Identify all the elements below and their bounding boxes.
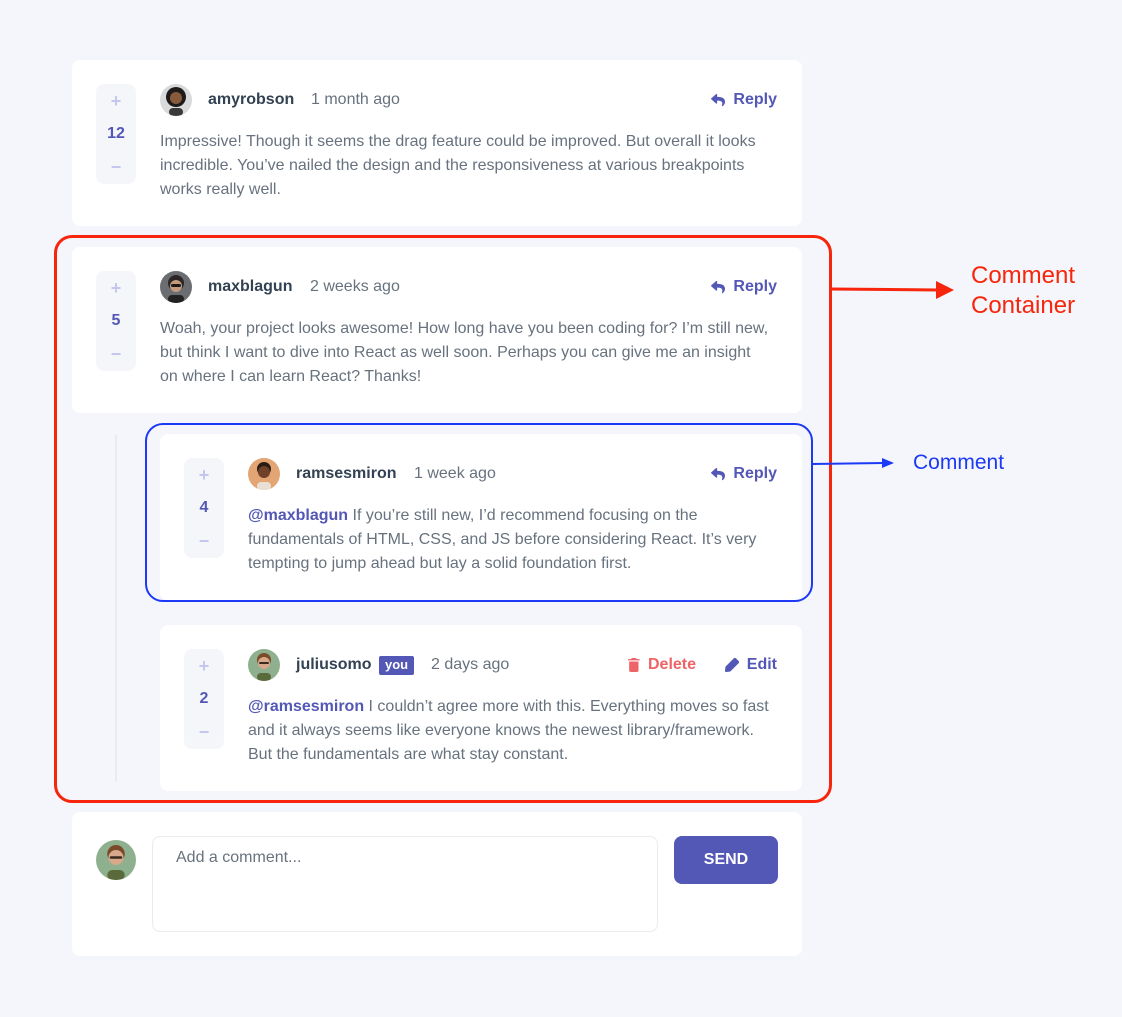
comment-card: + 12 − amyrobson 1 month ago Reply Impre… bbox=[72, 60, 802, 226]
current-user-avatar bbox=[96, 840, 136, 880]
reply-label: Reply bbox=[733, 91, 777, 108]
reply-icon bbox=[711, 93, 726, 106]
comment-annotation: Comment bbox=[913, 451, 1005, 474]
avatar[interactable] bbox=[160, 84, 192, 116]
vote-counter: + 12 − bbox=[96, 84, 136, 184]
upvote-button[interactable]: + bbox=[111, 92, 122, 110]
comment-input[interactable] bbox=[152, 836, 658, 932]
comment-arrow-icon bbox=[812, 458, 894, 468]
downvote-button[interactable]: − bbox=[111, 158, 122, 176]
comment-container-annotation: Comment Container bbox=[971, 262, 1076, 319]
comment-container-arrow-icon bbox=[830, 281, 954, 299]
username[interactable]: amyrobson bbox=[208, 91, 294, 109]
avatar-image-icon bbox=[160, 84, 192, 116]
send-button[interactable]: SEND bbox=[674, 836, 778, 884]
timestamp: 1 month ago bbox=[311, 91, 400, 108]
score-value: 12 bbox=[107, 125, 125, 142]
comment-highlight bbox=[145, 423, 813, 602]
reply-button[interactable]: Reply bbox=[711, 91, 777, 109]
comment-text: Impressive! Though it seems the drag fea… bbox=[160, 133, 756, 198]
avatar-image-icon bbox=[96, 840, 136, 880]
